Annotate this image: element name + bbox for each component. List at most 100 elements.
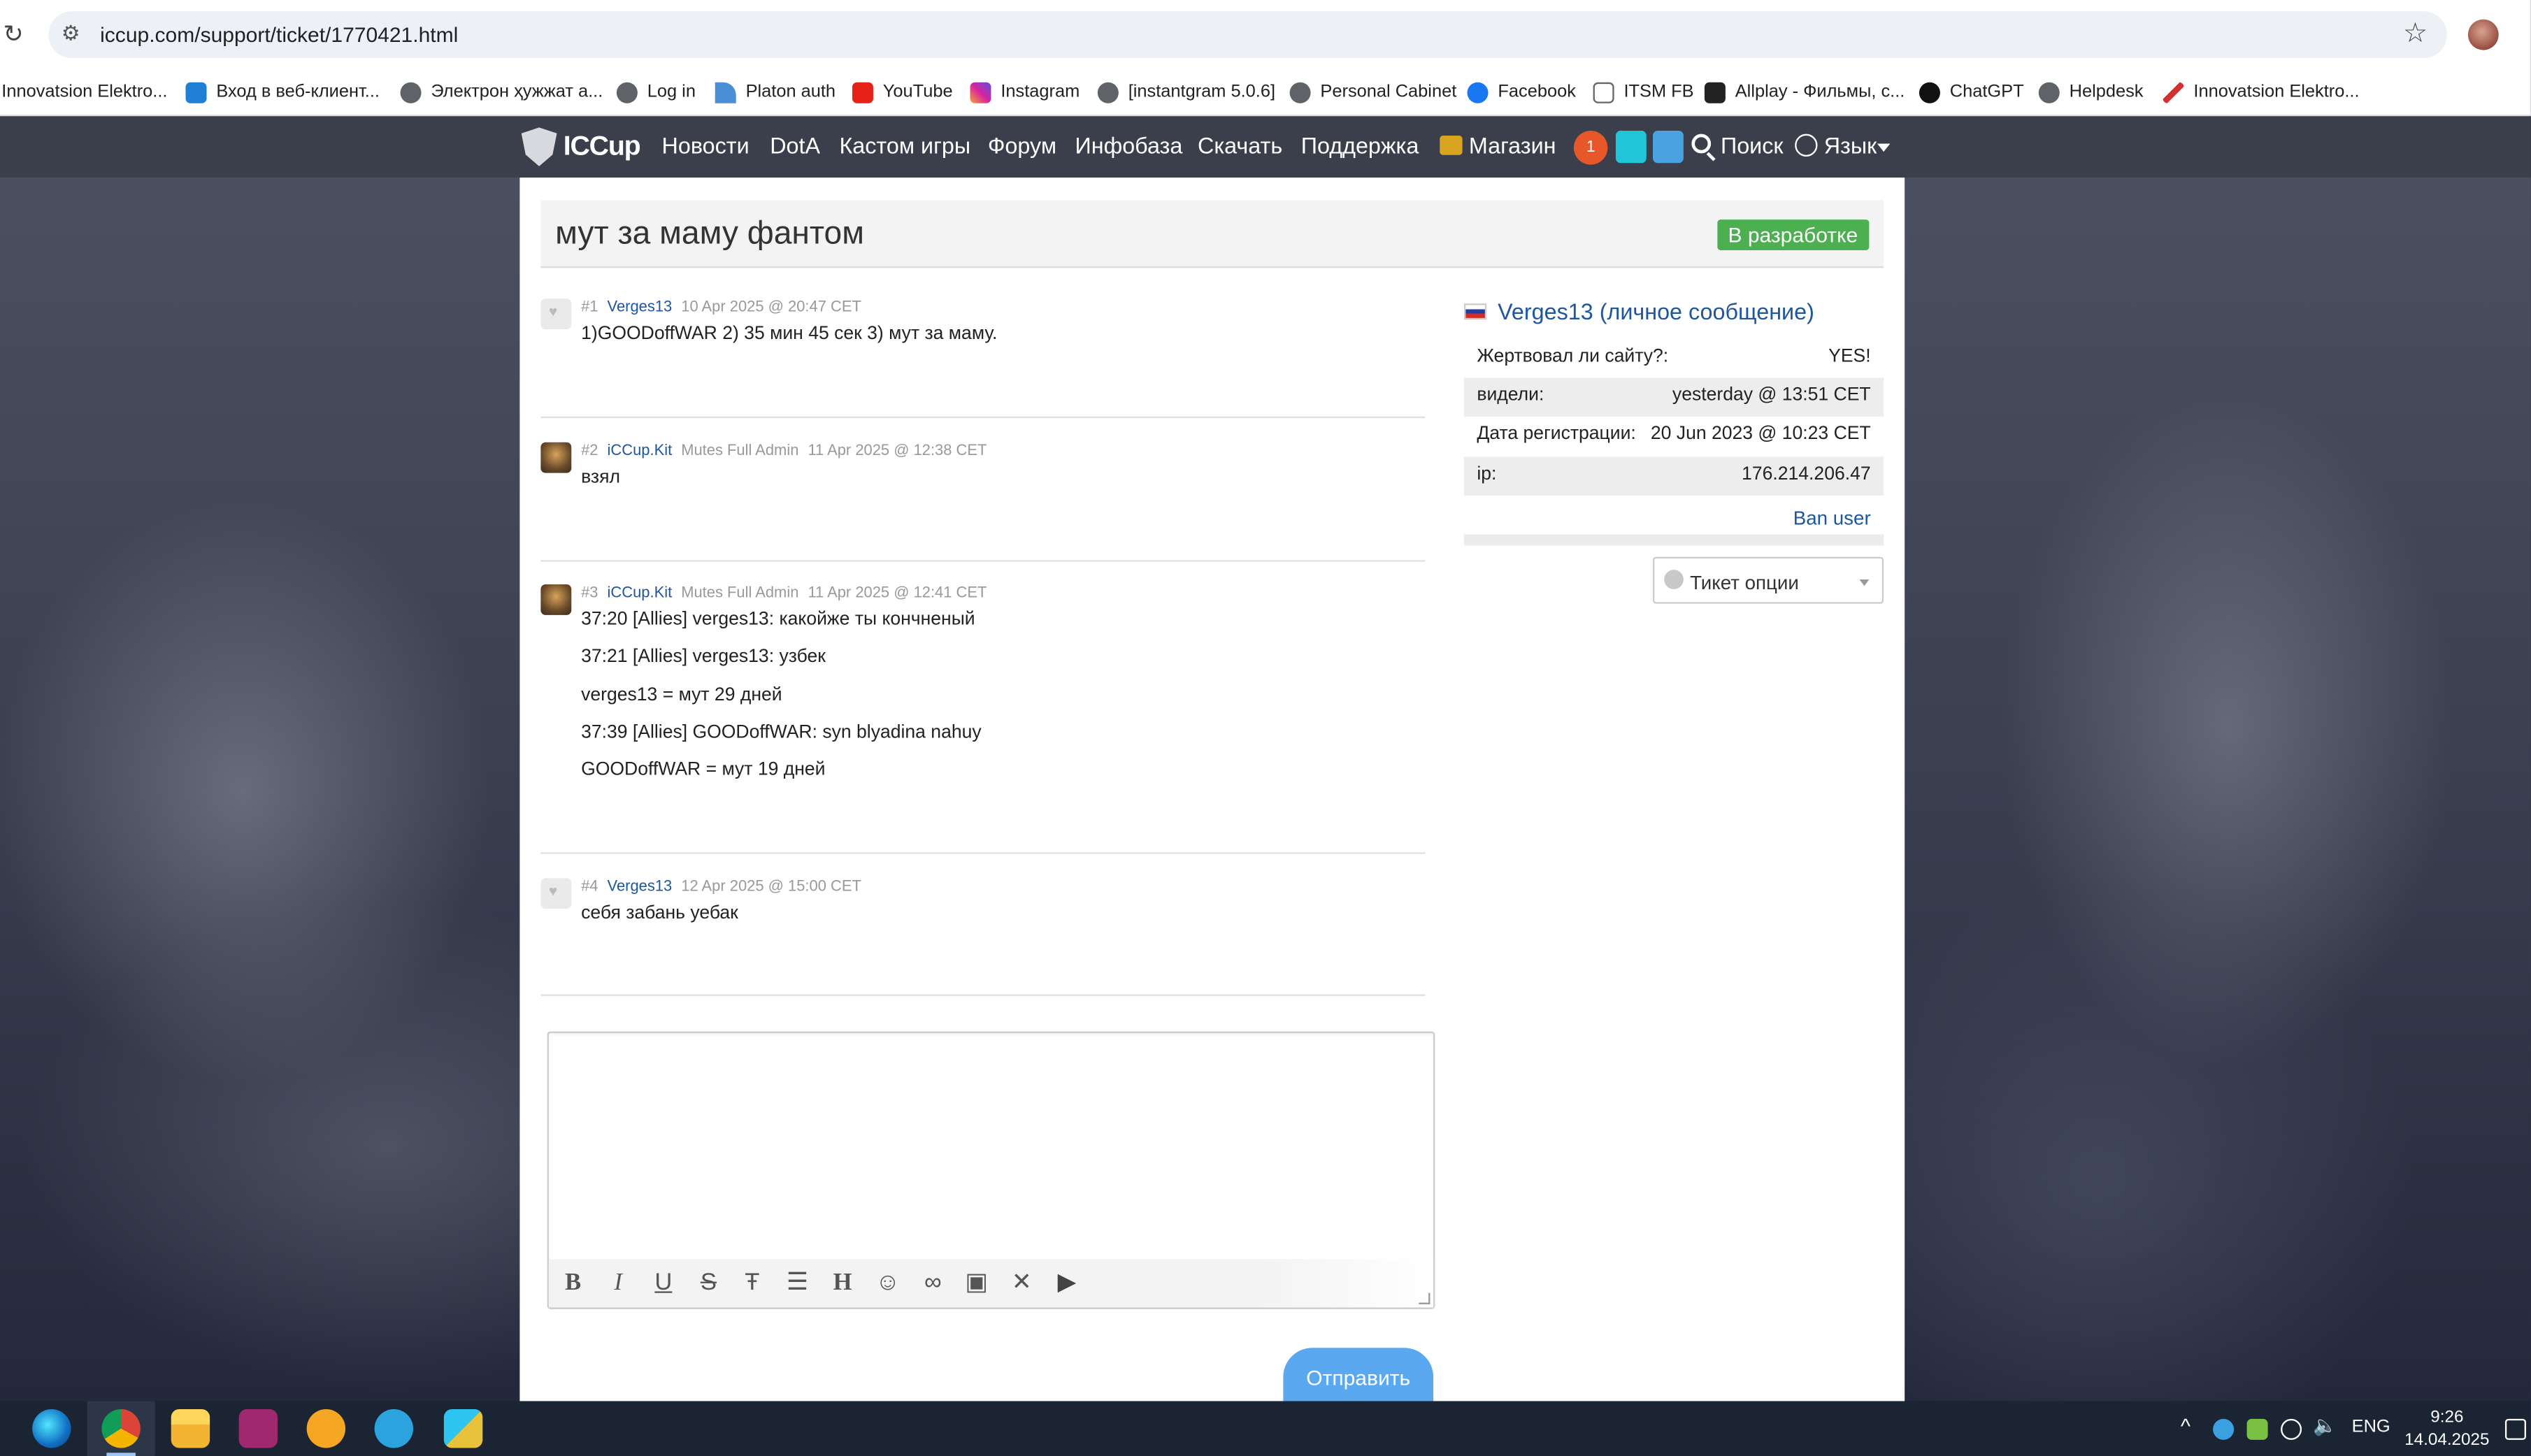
post-body: 1)GOODoffWAR 2) 35 мин 45 сек 3) мут за … bbox=[581, 324, 998, 344]
search-icon[interactable] bbox=[1691, 134, 1712, 154]
submit-button[interactable]: Отправить bbox=[1283, 1348, 1434, 1406]
chevron-down-icon bbox=[1859, 579, 1870, 586]
bookmark-item[interactable]: Facebook bbox=[1467, 78, 1576, 107]
post-meta: #4 Verges13 12 Apr 2025 @ 15:00 CET bbox=[581, 878, 861, 896]
edge-icon[interactable] bbox=[32, 1409, 71, 1448]
cloud-icon[interactable] bbox=[2213, 1418, 2235, 1440]
document-icon bbox=[1593, 81, 1614, 103]
bookmark-item[interactable]: Helpdesk bbox=[2038, 78, 2143, 107]
screen: ↻ ⚙ iccup.com/support/ticket/1770421.htm… bbox=[0, 0, 2531, 1456]
image-icon[interactable]: ▣ bbox=[961, 1267, 993, 1299]
chevron-up-icon[interactable]: ^ bbox=[2181, 1414, 2191, 1439]
url-text[interactable]: iccup.com/support/ticket/1770421.html bbox=[100, 22, 458, 47]
ban-user-link[interactable]: Ban user bbox=[1793, 507, 1871, 529]
bookmark-item[interactable]: [instantgram 5.0.6] bbox=[1097, 78, 1275, 107]
post-author-role: Mutes Full Admin bbox=[681, 442, 799, 461]
resize-handle[interactable] bbox=[1419, 1292, 1431, 1304]
bookmark-item[interactable]: Instagram bbox=[970, 78, 1080, 107]
volume-icon[interactable]: 🔈 bbox=[2313, 1414, 2337, 1436]
russia-flag-icon bbox=[1463, 303, 1487, 320]
globe-icon bbox=[1289, 81, 1311, 103]
post-author-link[interactable]: iCCup.Kit bbox=[608, 584, 673, 602]
site-info-icon[interactable]: ⚙ bbox=[62, 21, 80, 47]
chevron-down-icon bbox=[1877, 143, 1891, 152]
bookmark-item[interactable]: ChatGPT bbox=[1919, 78, 2024, 107]
post-author-link[interactable]: Verges13 bbox=[608, 878, 673, 895]
input-language[interactable]: ENG bbox=[2352, 1418, 2390, 1437]
tray-app-icon[interactable] bbox=[2246, 1418, 2268, 1440]
bookmark-star-icon[interactable]: ☆ bbox=[2403, 17, 2428, 50]
notification-badge[interactable]: 1 bbox=[1573, 131, 1608, 165]
allplay-icon bbox=[1704, 81, 1726, 103]
address-bar[interactable]: ⚙ iccup.com/support/ticket/1770421.html … bbox=[48, 11, 2447, 59]
nav-download[interactable]: Скачать bbox=[1198, 132, 1282, 158]
ticket-post: #1 Verges13 10 Apr 2025 @ 20:47 CET 1)GO… bbox=[540, 298, 1426, 419]
app-icon[interactable] bbox=[238, 1409, 278, 1448]
bookmark-item[interactable]: Log in bbox=[616, 78, 696, 107]
post-body: себя забань уебак bbox=[581, 904, 738, 923]
bookmark-item[interactable]: Platon auth bbox=[715, 78, 836, 107]
network-icon[interactable] bbox=[2281, 1418, 2302, 1440]
bookmark-item[interactable]: Innovatsion Elektro... bbox=[1, 78, 167, 107]
divider bbox=[1463, 534, 1884, 546]
emoji-icon[interactable]: ☺ bbox=[872, 1267, 904, 1299]
bookmark-item[interactable]: Вход в веб-клиент... bbox=[185, 78, 380, 107]
bookmarks-bar: Innovatsion Elektro... Вход в веб-клиент… bbox=[0, 67, 2531, 117]
list-icon[interactable]: ☰ bbox=[781, 1267, 813, 1299]
site-logo[interactable]: ICCup bbox=[521, 127, 641, 166]
reload-icon[interactable]: ↻ bbox=[3, 20, 26, 48]
notifications-icon[interactable] bbox=[2504, 1418, 2526, 1440]
bold-icon[interactable]: B bbox=[557, 1267, 589, 1299]
file-explorer-icon[interactable] bbox=[171, 1409, 210, 1448]
chrome-icon[interactable] bbox=[101, 1409, 141, 1448]
telegram-icon[interactable] bbox=[374, 1409, 414, 1448]
reply-textarea[interactable] bbox=[548, 1032, 1434, 1260]
nav-news[interactable]: Новости bbox=[662, 132, 750, 158]
private-message-link[interactable]: (личное сообщение) bbox=[1600, 298, 1814, 324]
nav-custom-games[interactable]: Кастом игры bbox=[839, 132, 970, 158]
post-body: 37:20 [Allies] verges13: какойже ты конч… bbox=[581, 610, 982, 780]
info-row-last-seen: видели: yesterday @ 13:51 CET bbox=[1463, 377, 1884, 417]
reply-editor: B I U S Ŧ ☰ H ☺ ∞ ▣ ✕ ▶ bbox=[547, 1031, 1435, 1309]
globe-icon[interactable] bbox=[1795, 134, 1818, 157]
user-name-link[interactable]: Verges13 bbox=[1498, 298, 1593, 324]
globe-icon bbox=[1097, 81, 1119, 103]
post-author-link[interactable]: Verges13 bbox=[608, 298, 673, 316]
ticket-options-dropdown[interactable]: Тикет опции bbox=[1653, 556, 1884, 604]
bookmark-item[interactable]: Innovatsion Elektro... bbox=[2163, 78, 2360, 107]
info-row-donated: Жертвовал ли сайту?: YES! bbox=[1477, 347, 1871, 367]
taskbar: ^ 🔈 ENG 9:26 14.04.2025 bbox=[0, 1401, 2531, 1456]
post-meta: #3 iCCup.Kit Mutes Full Admin 11 Apr 202… bbox=[581, 584, 987, 603]
strikethrough-icon[interactable]: S bbox=[692, 1267, 724, 1299]
post-author-link[interactable]: iCCup.Kit bbox=[608, 442, 673, 460]
calculator-icon[interactable] bbox=[306, 1409, 346, 1448]
nav-infobase[interactable]: Инфобаза bbox=[1075, 132, 1183, 158]
avatar bbox=[540, 584, 572, 615]
nav-forum[interactable]: Форум bbox=[988, 132, 1056, 158]
post-author-role: Mutes Full Admin bbox=[681, 584, 799, 603]
italic-icon[interactable]: I bbox=[602, 1267, 634, 1299]
clock[interactable]: 9:26 14.04.2025 bbox=[2402, 1406, 2492, 1451]
remote-desktop-icon[interactable] bbox=[443, 1409, 483, 1448]
bookmark-item[interactable]: Personal Cabinet bbox=[1289, 78, 1456, 107]
bookmark-item[interactable]: YouTube bbox=[852, 78, 953, 107]
link-icon[interactable]: ∞ bbox=[917, 1267, 949, 1299]
youtube-icon[interactable]: ▶ bbox=[1051, 1267, 1083, 1299]
user-profile-icon[interactable] bbox=[1653, 131, 1684, 164]
ticket-header: мут за маму фантом В разработке bbox=[540, 200, 1884, 268]
nav-language[interactable]: Язык bbox=[1824, 132, 1877, 158]
remove-format-icon[interactable]: ✕ bbox=[1005, 1267, 1038, 1299]
nav-support[interactable]: Поддержка bbox=[1301, 132, 1419, 158]
bookmark-item[interactable]: ITSM FB bbox=[1593, 78, 1694, 107]
nav-search[interactable]: Поиск bbox=[1721, 132, 1784, 158]
underline-icon[interactable]: U bbox=[647, 1267, 680, 1299]
nav-dota[interactable]: DotA bbox=[770, 132, 820, 158]
nav-shop[interactable]: Магазин bbox=[1440, 132, 1556, 158]
text-height-icon[interactable]: Ŧ bbox=[736, 1267, 768, 1299]
bookmark-item[interactable]: Электрон ҳужжат а... bbox=[400, 78, 603, 107]
profile-avatar[interactable] bbox=[2467, 19, 2499, 50]
inbox-icon[interactable] bbox=[1615, 131, 1647, 164]
heading-icon[interactable]: H bbox=[826, 1267, 859, 1299]
bookmark-item[interactable]: Allplay - Фильмы, с... bbox=[1704, 78, 1905, 107]
info-row-registration: Дата регистрации: 20 Jun 2023 @ 10:23 CE… bbox=[1477, 424, 1871, 445]
